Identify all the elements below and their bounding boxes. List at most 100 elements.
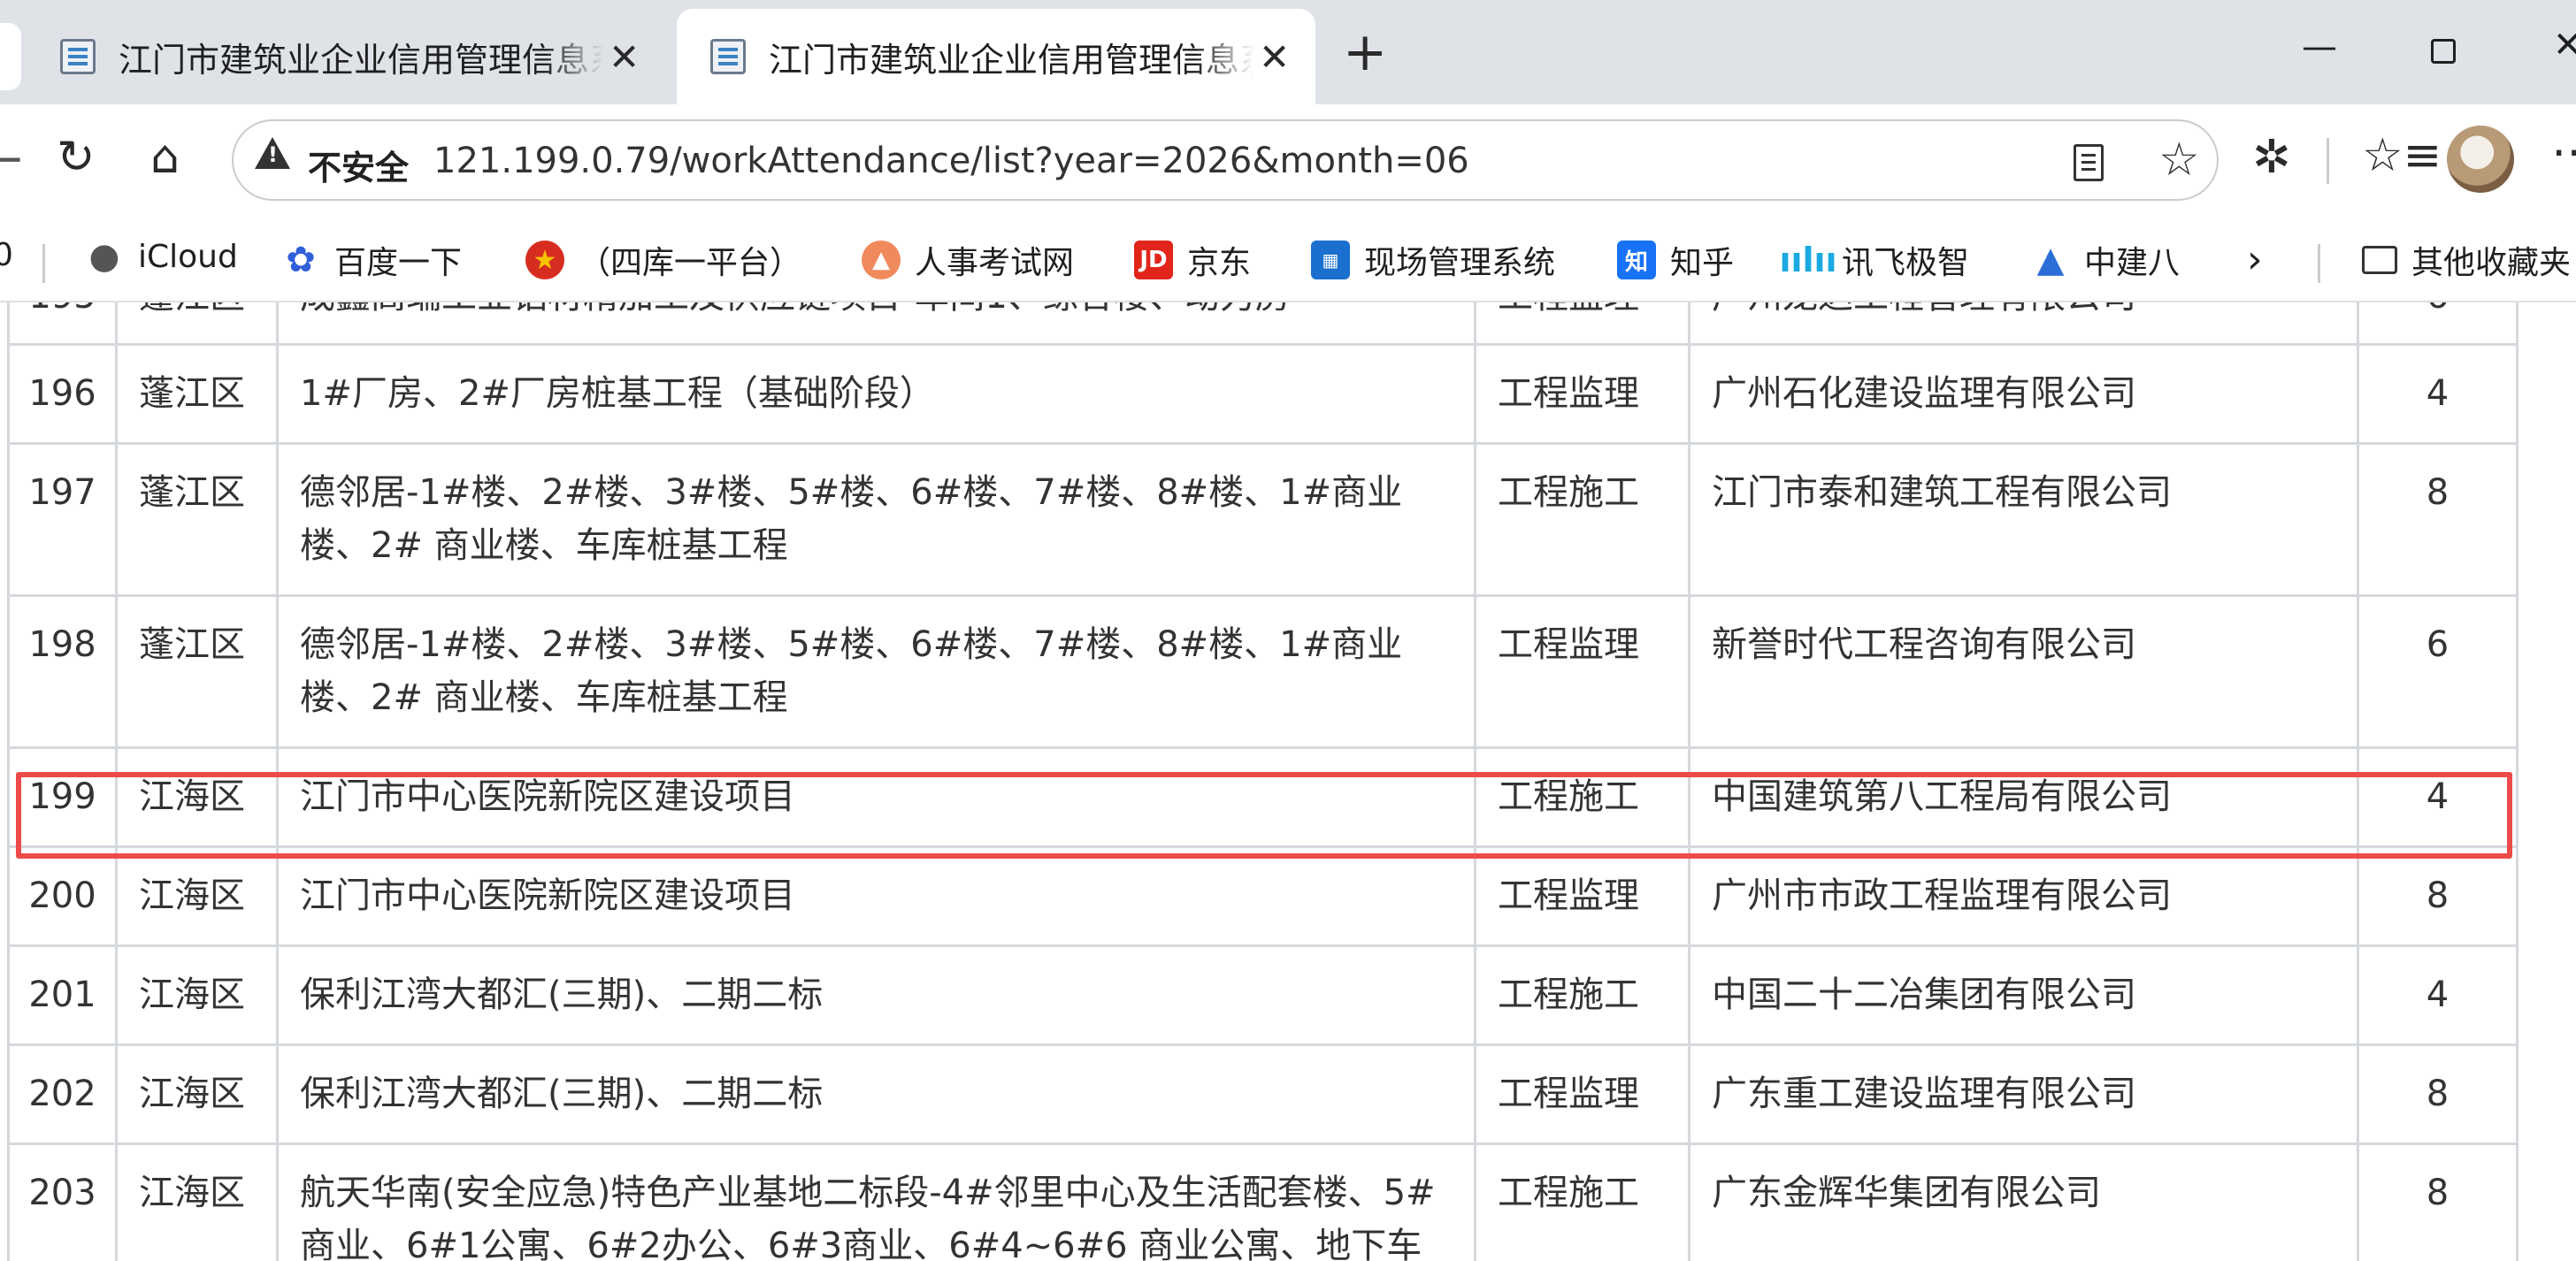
work-type-cell: 工程监理	[1474, 302, 1690, 346]
bookmark-icloud[interactable]: ● iCloud	[85, 236, 238, 277]
company-cell: 广东重工建设监理有限公司	[1688, 1043, 2359, 1145]
reader-mode-icon[interactable]	[2074, 144, 2104, 181]
favorite-star-icon[interactable]: ☆	[2158, 134, 2200, 187]
address-bar[interactable]: 不安全 121.199.0.79/workAttendance/list?yea…	[232, 119, 2219, 201]
row-number: 195	[7, 302, 118, 346]
count-cell: 8	[2357, 1143, 2518, 1261]
count-cell: 4	[2357, 746, 2518, 848]
bookmark-cscec[interactable]: ▲ 中建八	[2031, 237, 2180, 283]
district-cell: 蓬江区	[115, 442, 279, 597]
url-text[interactable]: 121.199.0.79/workAttendance/list?year=20…	[433, 141, 1469, 181]
profile-avatar[interactable]	[2447, 126, 2514, 193]
work-type-cell: 工程施工	[1474, 746, 1690, 848]
attendance-table: 195 蓬江区 成鑫高端工业铝材精加工及供应链项目-车间1、综合楼、动力房 工程…	[7, 302, 2518, 1261]
project-name-cell: 航天华南(安全应急)特色产业基地二标段-4#邻里中心及生活配套楼、5#商业、6#…	[276, 1143, 1476, 1261]
favorites-list-icon[interactable]: ☆≡	[2362, 133, 2442, 179]
table-row: 195 蓬江区 成鑫高端工业铝材精加工及供应链项目-车间1、综合楼、动力房 工程…	[7, 302, 2518, 346]
bookmarks-bar: 0 ● iCloud ✿ 百度一下 ★ （四库一平台） ▲ 人事考试网 JD 京…	[0, 218, 2576, 302]
close-tab-icon[interactable]: ✕	[609, 35, 640, 79]
bookmark-label: 京东	[1187, 245, 1252, 281]
back-arrow-icon[interactable]: ←	[0, 136, 23, 182]
toolbar-divider	[2327, 138, 2329, 184]
row-number: 199	[7, 746, 118, 848]
bookmark-label: 中建八	[2084, 245, 2181, 281]
table-row: 200 江海区 江门市中心医院新院区建设项目 工程监理 广州市市政工程监理有限公…	[7, 845, 2518, 947]
bookmark-label: （四库一平台）	[579, 245, 802, 281]
bookmarks-overflow-chevron-icon[interactable]: ›	[2247, 237, 2263, 282]
bookmark-label: 现场管理系统	[1364, 245, 1556, 281]
district-cell: 江海区	[115, 845, 279, 947]
minimize-window-button[interactable]: —	[2302, 27, 2337, 67]
site-favicon-icon	[60, 39, 96, 74]
count-cell: 6	[2357, 594, 2518, 749]
bookmark-zhihu[interactable]: 知 知乎	[1617, 237, 1734, 283]
browser-toolbar: ← ↻ ⌂ 不安全 121.199.0.79/workAttendance/li…	[0, 104, 2576, 218]
close-tab-icon[interactable]: ✕	[1259, 35, 1290, 79]
jd-icon: JD	[1134, 241, 1173, 279]
browser-tab-2-active[interactable]: 江门市建筑业企业信用管理信息系统 ✕	[677, 9, 1315, 104]
more-menu-icon[interactable]: ⋯	[2551, 129, 2576, 175]
tab-title: 江门市建筑业企业信用管理信息系统	[769, 40, 1254, 80]
row-number: 196	[7, 343, 118, 445]
row-number: 198	[7, 594, 118, 749]
not-secure-warning-icon[interactable]	[255, 137, 290, 169]
bookmark-divider	[2318, 244, 2320, 283]
company-cell: 中国二十二冶集团有限公司	[1688, 944, 2359, 1046]
row-number: 200	[7, 845, 118, 947]
district-cell: 蓬江区	[115, 302, 279, 346]
project-name-cell: 保利江湾大都汇(三期)、二期二标	[276, 944, 1476, 1046]
table-row-highlighted: 199 江海区 江门市中心医院新院区建设项目 工程施工 中国建筑第八工程局有限公…	[7, 746, 2518, 848]
project-name-cell: 德邻居-1#楼、2#楼、3#楼、5#楼、6#楼、7#楼、8#楼、1#商业楼、2#…	[276, 442, 1476, 597]
security-status-label[interactable]: 不安全	[308, 141, 409, 189]
company-cell: 广州龙达工程管理有限公司	[1688, 302, 2359, 346]
count-cell: 8	[2357, 442, 2518, 597]
count-cell: 6	[2357, 302, 2518, 346]
bookmark-divider	[42, 244, 45, 283]
work-type-cell: 工程监理	[1474, 845, 1690, 947]
emblem-icon: ★	[525, 241, 564, 279]
count-cell: 4	[2357, 343, 2518, 445]
bookmark-iflytek[interactable]: ıılıı 讯飞极智	[1779, 237, 1970, 283]
bookmark-siku[interactable]: ★ （四库一平台）	[525, 237, 801, 283]
count-cell: 4	[2357, 944, 2518, 1046]
table-row: 197 蓬江区 德邻居-1#楼、2#楼、3#楼、5#楼、6#楼、7#楼、8#楼、…	[7, 442, 2518, 597]
project-name-cell: 保利江湾大都汇(三期)、二期二标	[276, 1043, 1476, 1145]
bookmark-cut-off[interactable]: 0	[0, 237, 13, 273]
new-tab-button[interactable]: +	[1343, 21, 1387, 83]
bookmark-label: 知乎	[1670, 245, 1735, 281]
district-cell: 江海区	[115, 944, 279, 1046]
district-cell: 蓬江区	[115, 594, 279, 749]
company-cell: 中国建筑第八工程局有限公司	[1688, 746, 2359, 848]
project-name-cell: 江门市中心医院新院区建设项目	[276, 746, 1476, 848]
reload-icon[interactable]: ↻	[57, 134, 96, 180]
bookmark-label: 讯飞极智	[1842, 245, 1970, 281]
bookmark-site-system[interactable]: ▦ 现场管理系统	[1311, 237, 1555, 283]
company-cell: 江门市泰和建筑工程有限公司	[1688, 442, 2359, 597]
extensions-puzzle-icon[interactable]: ✲	[2252, 134, 2291, 180]
row-number: 202	[7, 1043, 118, 1145]
site-system-icon: ▦	[1311, 241, 1350, 279]
cscec-icon: ▲	[2036, 240, 2065, 280]
home-icon[interactable]: ⌂	[150, 134, 180, 180]
bookmark-label: iCloud	[138, 238, 238, 275]
other-bookmarks-folder[interactable]: 其他收藏夹	[2362, 237, 2571, 283]
work-type-cell: 工程施工	[1474, 944, 1690, 1046]
district-cell: 江海区	[115, 1043, 279, 1145]
table-row: 196 蓬江区 1#厂房、2#厂房桩基工程（基础阶段） 工程监理 广州石化建设监…	[7, 343, 2518, 445]
company-cell: 广东金辉华集团有限公司	[1688, 1143, 2359, 1261]
browser-tab-1[interactable]: 江门市建筑业企业信用管理信息系统 ✕	[0, 9, 672, 104]
district-cell: 蓬江区	[115, 343, 279, 445]
maximize-window-button[interactable]	[2431, 39, 2456, 64]
bookmark-exam[interactable]: ▲ 人事考试网	[862, 237, 1074, 283]
district-cell: 江海区	[115, 746, 279, 848]
bookmark-jd[interactable]: JD 京东	[1134, 237, 1251, 283]
work-type-cell: 工程施工	[1474, 1143, 1690, 1261]
project-name-cell: 江门市中心医院新院区建设项目	[276, 845, 1476, 947]
folder-icon	[2362, 246, 2397, 274]
close-window-button[interactable]: ✕	[2553, 25, 2576, 65]
district-cell: 江海区	[115, 1143, 279, 1261]
company-cell: 广州市市政工程监理有限公司	[1688, 845, 2359, 947]
bookmark-baidu[interactable]: ✿ 百度一下	[281, 237, 462, 283]
work-type-cell: 工程监理	[1474, 594, 1690, 749]
bookmark-label: 其他收藏夹	[2411, 245, 2572, 281]
